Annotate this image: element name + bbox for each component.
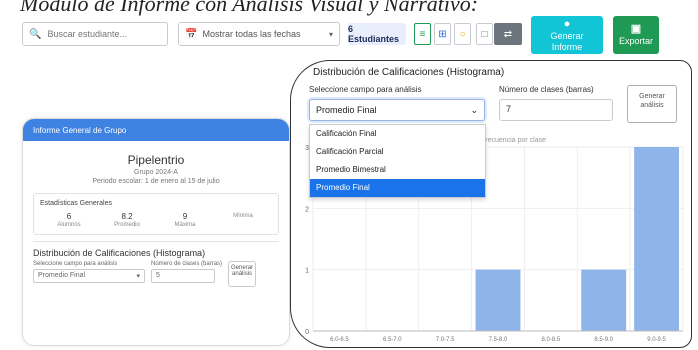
y-tick-label: 0 [305, 329, 309, 336]
x-tick-label: 9.0-9.5 [647, 337, 666, 343]
histogram-panel: Distribución de Calificaciones (Histogra… [290, 60, 692, 348]
student-count-badge: 6 Estudiantes [348, 23, 406, 45]
preview-title: Pipelentrio [127, 153, 185, 167]
dropdown-option-selected[interactable]: Promedio Final [310, 179, 485, 197]
date-filter-select[interactable]: 📅 Mostrar todas las fechas ▾ [178, 22, 340, 46]
stat-item: 9 Máxima [156, 212, 214, 228]
preview-controls: Seleccione campo para análisis Promedio … [33, 261, 279, 287]
export-label: Exportar [618, 36, 653, 47]
generate-report-button[interactable]: ● Generar Informe [531, 16, 603, 54]
preview-body: Pipelentrio Grupo 2024-A Periodo escolar… [23, 141, 289, 295]
list-icon: ≡ [419, 28, 426, 40]
stats-box: Estadísticas Generales 6 Alumnos 8.2 Pro… [33, 193, 279, 235]
dropdown-option[interactable]: Calificación Final [310, 125, 485, 143]
mini-select-group: Seleccione campo para análisis Promedio … [33, 261, 145, 283]
preview-section-heading: Distribución de Calificaciones (Histogra… [33, 248, 206, 258]
calendar-icon: 📅 [185, 28, 198, 40]
histogram-bar [475, 269, 521, 331]
dropdown-option[interactable]: Calificación Parcial [310, 143, 485, 161]
mini-select-value: Promedio Final [38, 272, 86, 279]
mini-bins-input[interactable]: 5 [151, 269, 215, 283]
x-tick-label: 6.0-6.5 [330, 337, 349, 343]
download-icon: ▣ [630, 23, 642, 35]
chevron-down-icon: ▾ [328, 29, 333, 39]
search-input[interactable] [47, 29, 158, 39]
search-icon: 🔍 [29, 28, 42, 40]
split-view-button[interactable]: ⇄ [494, 23, 522, 45]
mini-bins-group: Número de clases (barras) 5 [151, 261, 222, 283]
preview-header: Informe General de Grupo [23, 119, 289, 141]
generate-label-line2: Informe [551, 41, 583, 52]
chevron-down-icon: ▾ [136, 273, 140, 280]
stat-item: 6 Alumnos [40, 212, 98, 228]
x-tick-label: 6.5-7.0 [383, 337, 402, 343]
search-box[interactable]: 🔍 [22, 22, 168, 46]
y-tick-label: 2 [305, 206, 309, 213]
stat-item: 8.2 Promedio [98, 212, 156, 228]
stat-label: Alumnos [57, 222, 81, 228]
stats-row: 6 Alumnos 8.2 Promedio 9 Máxima Mínima [40, 212, 272, 228]
grid-icon: ⊞ [438, 28, 447, 40]
mini-select-label: Seleccione campo para análisis [33, 261, 118, 267]
page-title: Módulo de Informe con Análisis Visual y … [20, 0, 479, 16]
stat-value: 6 [66, 212, 72, 221]
mini-bins-label: Número de clases (barras) [151, 261, 223, 267]
x-tick-label: 8.0-8.5 [542, 337, 561, 343]
preview-subtitle-2: Periodo escolar: 1 de enero al 15 de jul… [92, 178, 220, 185]
dropdown-option[interactable]: Promedio Bimestral [310, 161, 485, 179]
y-tick-label: 1 [305, 268, 309, 275]
mini-field-select[interactable]: Promedio Final ▾ [33, 269, 145, 283]
grid-view-button[interactable]: ⊞ [434, 23, 451, 45]
stat-label: Promedio [114, 222, 140, 228]
mini-generate-button[interactable]: Generar análisis [228, 261, 257, 287]
generate-label-line1: Generar [550, 30, 584, 41]
stat-value: 9 [182, 212, 188, 221]
stat-value: 8.2 [121, 212, 133, 221]
circle-icon: ○ [459, 28, 466, 40]
x-tick-label: 7.5-8.0 [489, 337, 508, 343]
square-view-button[interactable]: □ [476, 23, 493, 45]
circle-view-button[interactable]: ○ [454, 23, 471, 45]
stat-item: Mínima [214, 212, 272, 228]
x-tick-label: 8.5-9.0 [594, 337, 613, 343]
histogram-bar [581, 269, 627, 331]
preview-subtitle-1: Grupo 2024-A [134, 169, 178, 176]
divider [33, 241, 279, 242]
x-tick-label: 7.0-7.5 [436, 337, 455, 343]
report-preview-card: Informe General de Grupo Pipelentrio Gru… [22, 118, 290, 346]
document-icon: ● [563, 17, 571, 30]
split-icon: ⇄ [503, 28, 513, 40]
date-filter-label: Mostrar todas las fechas [202, 29, 301, 39]
field-dropdown-menu: Calificación Final Calificación Parcial … [309, 124, 486, 198]
histogram-bar [634, 147, 679, 331]
export-button[interactable]: ▣ Exportar [613, 16, 659, 54]
list-view-button[interactable]: ≡ [414, 23, 431, 45]
square-icon: □ [481, 28, 488, 40]
toolbar: 🔍 📅 Mostrar todas las fechas ▾ 6 Estudia… [22, 16, 694, 56]
stat-label: Máxima [174, 222, 196, 228]
stat-label: Mínima [233, 213, 253, 219]
stats-heading: Estadísticas Generales [40, 200, 112, 207]
histogram-chart: 01236.0-6.5 6.5-7.0 7.0-7.5 7.5-8.0 8.0-8.5 8… [305, 145, 684, 343]
